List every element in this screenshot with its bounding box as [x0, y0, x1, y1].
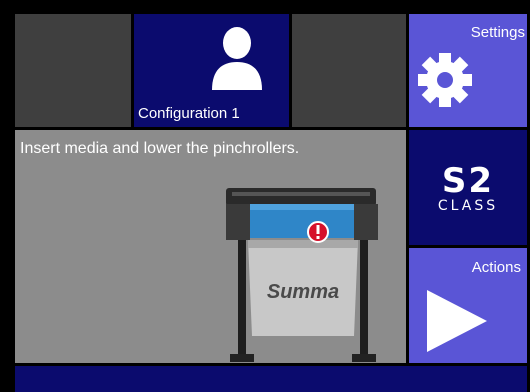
logo-class-text: CLASS — [438, 198, 498, 214]
play-icon — [427, 290, 487, 352]
plotter-brand: Summa — [267, 281, 339, 303]
s2-class-logo: S2 CLASS — [438, 162, 498, 214]
empty-tile-middle — [292, 14, 406, 127]
status-bar — [15, 366, 527, 392]
gear-icon — [418, 53, 472, 107]
exclamation-icon — [307, 221, 329, 243]
instruction-message: Insert media and lower the pinchrollers. — [20, 140, 300, 157]
empty-tile-left — [15, 14, 131, 127]
logo-s2-text: S2 — [442, 162, 494, 201]
touchscreen-main: Configuration 1 Settings Insert media an… — [0, 0, 530, 392]
s2-class-logo-tile: S2 CLASS — [409, 130, 527, 245]
actions-tile[interactable]: Actions — [409, 248, 527, 363]
settings-tile[interactable]: Settings — [409, 14, 527, 127]
instruction-panel: Insert media and lower the pinchrollers.… — [15, 130, 406, 363]
settings-label: Settings — [470, 24, 525, 41]
configuration-tile[interactable]: Configuration 1 — [134, 14, 289, 127]
configuration-label: Configuration 1 — [138, 105, 240, 122]
cutting-plotter-image: Summa — [226, 188, 378, 362]
actions-label: Actions — [471, 259, 521, 276]
user-icon — [212, 27, 262, 90]
